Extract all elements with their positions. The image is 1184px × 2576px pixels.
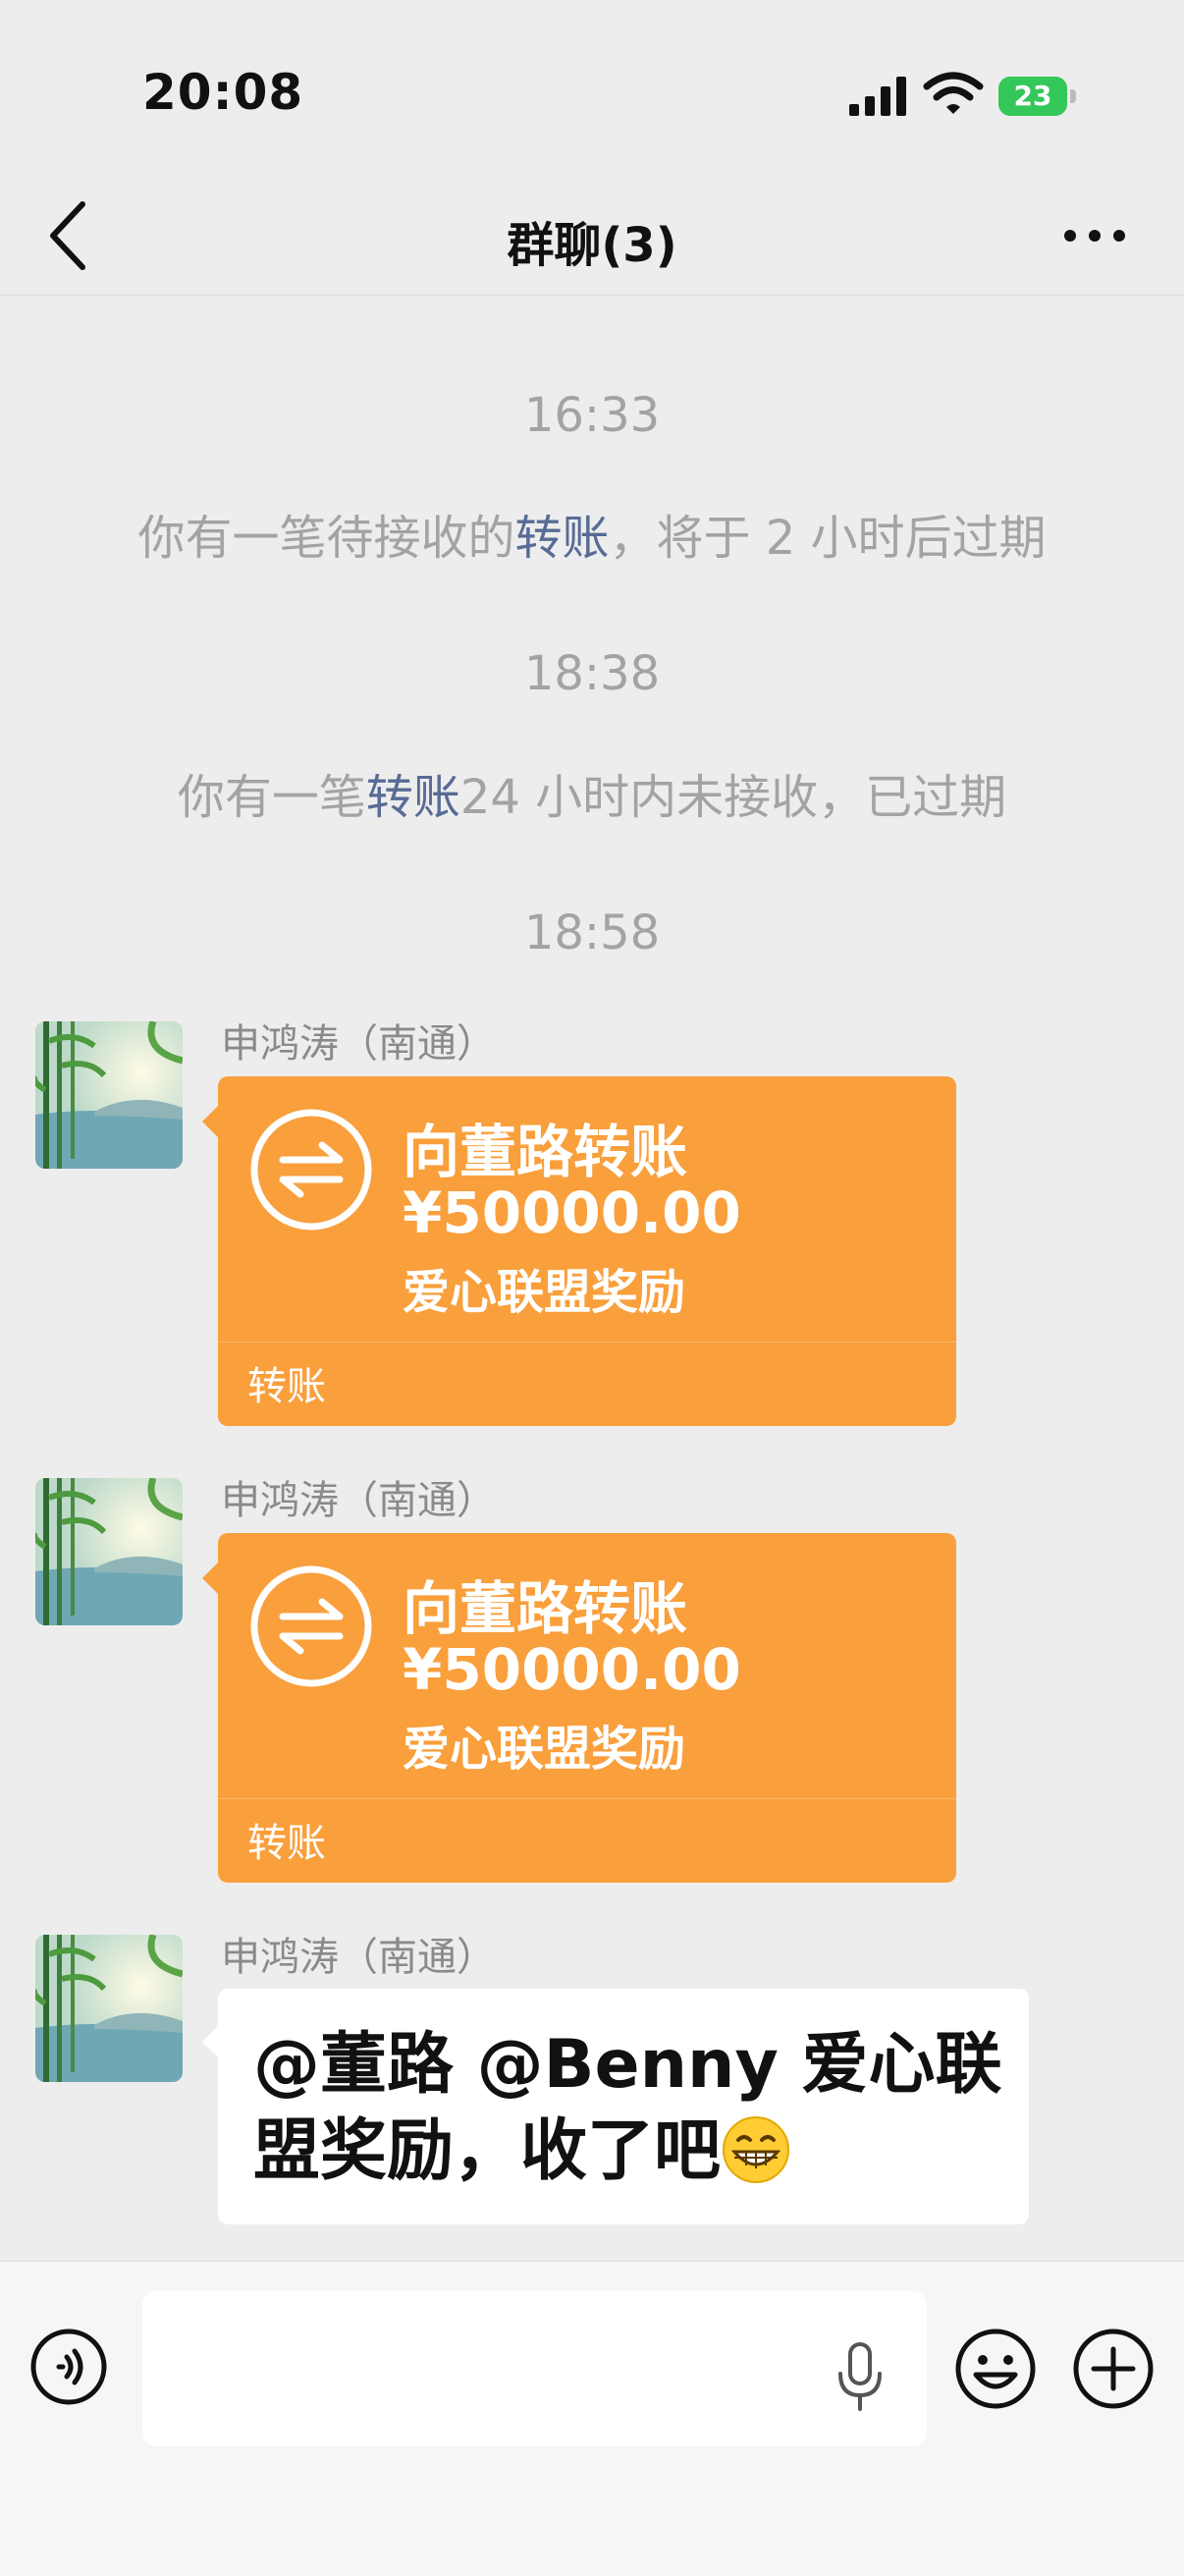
transfer-arrows-icon [250, 1565, 372, 1687]
battery-indicator: 23 [998, 77, 1079, 116]
transfer-note: 爱心联盟奖励 [403, 1265, 686, 1320]
transfer-title: 向董路转账 [403, 1575, 688, 1642]
chat-title: 群聊(3) [507, 218, 677, 273]
status-bar: 20:08 23 [0, 0, 1184, 177]
transfer-link[interactable]: 转账 [366, 770, 460, 825]
battery-level: 23 [998, 77, 1067, 116]
system-timestamp: 16:33 [523, 388, 661, 443]
grin-emoji-icon [723, 2116, 790, 2183]
transfer-label: 转账 [247, 1821, 326, 1866]
text-message-bubble[interactable]: @董路 @Benny 爱心联盟奖励，收了吧 [202, 1989, 1029, 2224]
sender-name: 申鸿涛（南通） [221, 1935, 496, 1980]
message-input[interactable] [142, 2291, 927, 2446]
system-notice-text: 你有一笔 [177, 770, 366, 825]
transfer-link[interactable]: 转账 [514, 511, 609, 566]
divider [218, 1798, 956, 1799]
battery-tip [1070, 89, 1076, 103]
sender-name: 申鸿涛（南通） [221, 1021, 496, 1067]
emoji-icon[interactable] [954, 2328, 1037, 2410]
transfer-note: 爱心联盟奖励 [403, 1722, 686, 1777]
transfer-label: 转账 [247, 1364, 326, 1409]
transfer-arrows-icon [250, 1109, 372, 1231]
avatar-bamboo-image [35, 1478, 183, 1625]
sender-name: 申鸿涛（南通） [221, 1478, 496, 1523]
system-timestamp: 18:58 [523, 905, 661, 960]
nav-bar: 群聊(3) [0, 177, 1184, 296]
system-notice-text: 你有一笔待接收的 [137, 511, 515, 566]
wifi-icon [923, 72, 984, 114]
plus-icon[interactable] [1072, 2328, 1155, 2410]
system-notice: 你有一笔待接收的转账，将于 2 小时后过期 [0, 499, 1184, 568]
system-notice-text: ，将于 2 小时后过期 [609, 511, 1047, 566]
status-time: 20:08 [142, 64, 304, 121]
avatar-bamboo-image [35, 1021, 183, 1169]
avatar[interactable] [35, 1935, 183, 2082]
transfer-card[interactable]: 向董路转账 ¥50000.00 爱心联盟奖励 转账 [202, 1533, 956, 1883]
transfer-amount: ¥50000.00 [403, 1636, 741, 1703]
transfer-amount: ¥50000.00 [403, 1179, 741, 1246]
transfer-card[interactable]: 向董路转账 ¥50000.00 爱心联盟奖励 转账 [202, 1076, 956, 1426]
message-text: @董路 @Benny 爱心联盟奖励，收了吧 [253, 2022, 1009, 2195]
signal-icon [849, 77, 906, 116]
divider [218, 1342, 956, 1343]
avatar[interactable] [35, 1021, 183, 1169]
input-bar [0, 2261, 1184, 2576]
message-text-content: @董路 @Benny 爱心联盟奖励，收了吧 [253, 2026, 1002, 2190]
more-icon[interactable] [1060, 216, 1129, 255]
mic-icon[interactable] [833, 2342, 888, 2411]
system-timestamp: 18:38 [523, 646, 661, 701]
system-notice: 你有一笔转账24 小时内未接收，已过期 [0, 758, 1184, 827]
transfer-title: 向董路转账 [403, 1119, 688, 1185]
avatar[interactable] [35, 1478, 183, 1625]
voice-icon[interactable] [29, 2328, 108, 2406]
avatar-bamboo-image [35, 1935, 183, 2082]
system-notice-text: 24 小时内未接收，已过期 [459, 770, 1007, 825]
